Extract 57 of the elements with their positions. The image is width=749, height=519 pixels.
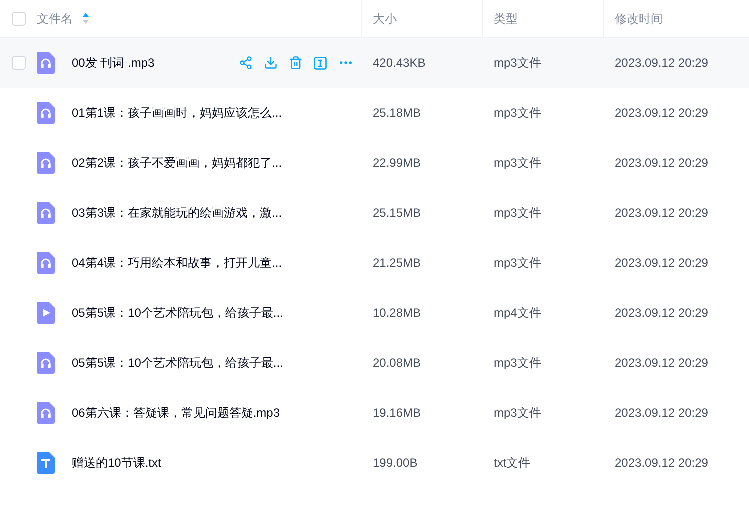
file-type: mp3文件 (494, 206, 542, 220)
file-size: 25.18MB (373, 106, 422, 120)
file-type: mp3文件 (494, 106, 542, 120)
modified-time: 2023.09.12 20:29 (615, 306, 708, 320)
headphones-file-icon (37, 202, 55, 224)
file-name[interactable]: 05第5课：10个艺术陪玩包，给孩子最... (72, 354, 284, 372)
modified-time: 2023.09.12 20:29 (615, 456, 708, 470)
file-size: 25.15MB (373, 206, 422, 220)
file-type: mp3文件 (494, 156, 542, 170)
file-size: 10.28MB (373, 306, 422, 320)
headphones-file-icon (37, 352, 55, 374)
column-header[interactable]: 大小 (373, 10, 397, 28)
file-size: 22.99MB (373, 156, 422, 170)
file-row[interactable]: 00发 刊词 .mp3 420.43KB mp3文件 2023.09.12 20:29 (0, 38, 749, 88)
file-name[interactable]: 04第4课：巧用绘本和故事，打开儿童... (72, 254, 282, 272)
file-type: mp4文件 (494, 306, 542, 320)
column-header[interactable]: 修改时间 (615, 10, 663, 28)
headphones-file-icon (37, 52, 55, 74)
file-size: 20.08MB (373, 356, 422, 370)
modified-time: 2023.09.12 20:29 (615, 206, 708, 220)
modified-time: 2023.09.12 20:29 (615, 356, 708, 370)
download-icon[interactable] (264, 56, 278, 70)
select-all-checkbox[interactable] (12, 12, 26, 26)
file-type: mp3文件 (494, 256, 542, 270)
headphones-file-icon (37, 102, 55, 124)
file-name[interactable]: 赠送的10节课.txt (72, 454, 162, 472)
file-name[interactable]: 02第2课：孩子不爱画画，妈妈都犯了... (72, 154, 282, 172)
text-file-icon (37, 452, 55, 474)
row-checkbox[interactable] (12, 56, 26, 70)
modified-time: 2023.09.12 20:29 (615, 406, 708, 420)
file-type: mp3文件 (494, 356, 542, 370)
file-size: 19.16MB (373, 406, 422, 420)
headphones-file-icon (37, 402, 55, 424)
file-type: txt文件 (494, 456, 531, 470)
modified-time: 2023.09.12 20:29 (615, 156, 708, 170)
column-header[interactable]: 文件名 (37, 10, 73, 28)
file-name[interactable]: 01第1课：孩子画画时，妈妈应该怎么... (72, 104, 282, 122)
modified-time: 2023.09.12 20:29 (615, 56, 708, 70)
file-size: 420.43KB (373, 56, 426, 70)
file-type: mp3文件 (494, 406, 542, 420)
modified-time: 2023.09.12 20:29 (615, 106, 708, 120)
sort-icon[interactable] (83, 13, 89, 24)
file-name[interactable]: 00发 刊词 .mp3 (72, 54, 155, 72)
share-icon[interactable] (239, 56, 253, 70)
headphones-file-icon (37, 152, 55, 174)
headphones-file-icon (37, 252, 55, 274)
rename-icon[interactable] (314, 56, 327, 70)
file-name[interactable]: 03第3课：在家就能玩的绘画游戏，激... (72, 204, 282, 222)
file-type: mp3文件 (494, 56, 542, 70)
file-size: 21.25MB (373, 256, 422, 270)
file-size: 199.00B (373, 456, 418, 470)
file-name[interactable]: 06第六课：答疑课，常见问题答疑.mp3 (72, 404, 280, 422)
play-file-icon (37, 302, 55, 324)
modified-time: 2023.09.12 20:29 (615, 256, 708, 270)
delete-icon[interactable] (289, 56, 303, 70)
column-header[interactable]: 类型 (494, 10, 518, 28)
file-name[interactable]: 05第5课：10个艺术陪玩包，给孩子最... (72, 304, 284, 322)
